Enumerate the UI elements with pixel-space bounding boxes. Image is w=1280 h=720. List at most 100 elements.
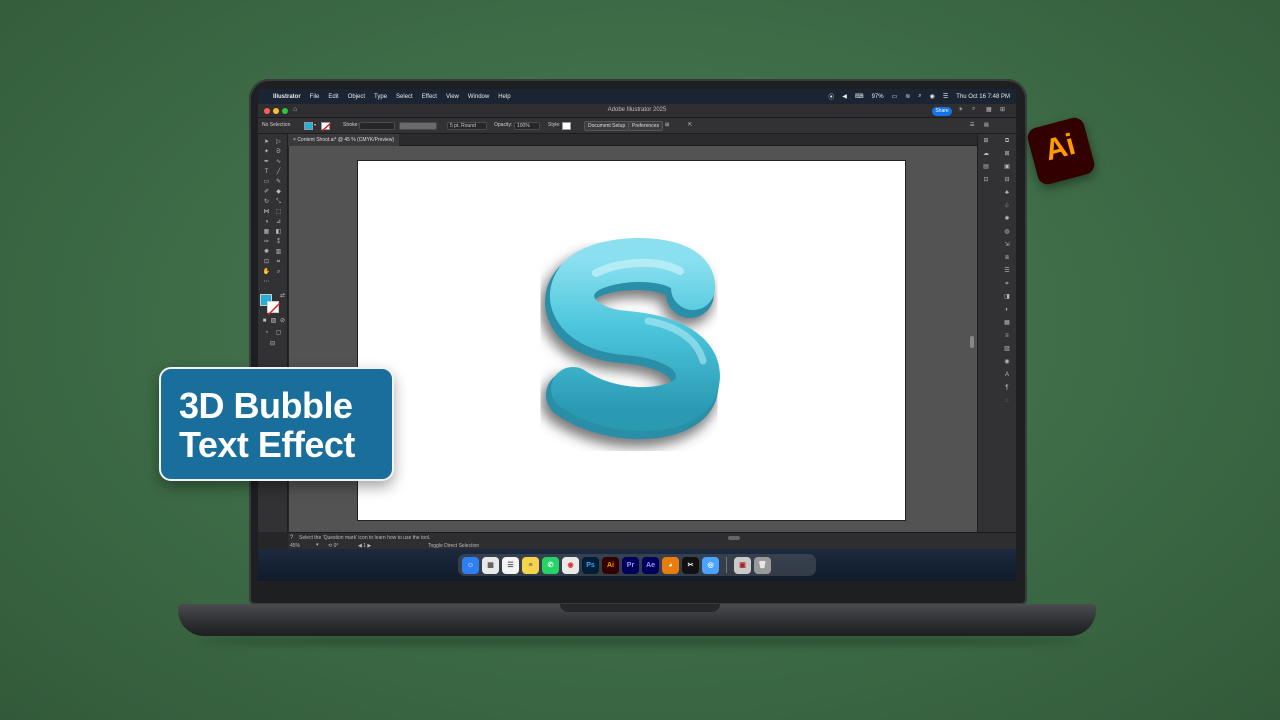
appearance-icon[interactable]: ✺	[1002, 214, 1012, 224]
screen-mode-icon[interactable]: ▢	[274, 329, 283, 337]
panel-icon[interactable]: ▤	[984, 122, 989, 128]
menu-app-name[interactable]: Illustrator	[273, 94, 301, 100]
fill-swatch[interactable]	[304, 122, 313, 130]
stroke-weight-field[interactable]	[359, 122, 395, 130]
assets-icon[interactable]: ⊟	[1002, 175, 1012, 185]
symbols-icon[interactable]: ♣	[1002, 188, 1012, 198]
club-icon[interactable]: ♧	[1002, 201, 1012, 211]
variable-width-profile[interactable]	[399, 122, 437, 130]
blend-tool-icon[interactable]: ⁑	[274, 238, 283, 246]
illustrator-icon[interactable]: Ai	[602, 556, 619, 574]
mesh-tool-icon[interactable]: ▦	[262, 228, 271, 236]
reminders-icon[interactable]: ☰	[502, 556, 519, 574]
zoom-chevron-icon[interactable]: ▾	[316, 542, 319, 548]
search-icon[interactable]: ⌕	[918, 93, 921, 100]
rectangle-tool-icon[interactable]: ▭	[262, 178, 271, 186]
launchpad-icon[interactable]: ▦	[482, 556, 499, 574]
arrange-icon[interactable]: ⊞	[1000, 106, 1005, 113]
graphic-style-swatch[interactable]	[562, 122, 571, 130]
volume-icon[interactable]: ◀︎	[842, 93, 847, 100]
share-button[interactable]: Share	[932, 107, 952, 116]
transform-icon[interactable]: ⌗	[1002, 279, 1012, 289]
artboards-icon[interactable]: ⊡	[981, 175, 991, 185]
libraries-stack-icon[interactable]: ⧉	[1002, 136, 1012, 146]
drawing-mode-icon[interactable]: ◔	[262, 329, 271, 337]
quicktime-icon[interactable]: ◎	[702, 556, 719, 574]
arrange-documents-icon[interactable]: ⊞	[665, 122, 669, 128]
battery-level[interactable]: 97%	[872, 94, 884, 100]
horizontal-scrollbar[interactable]	[728, 536, 740, 540]
menu-object[interactable]: Object	[348, 94, 365, 100]
after-effects-icon[interactable]: Ae	[642, 556, 659, 574]
export-icon[interactable]: ⇱	[688, 122, 692, 128]
search-help-icon[interactable]: ⌕	[972, 106, 975, 113]
type-tool-icon[interactable]: T	[262, 168, 271, 176]
properties-icon[interactable]: ⊞	[981, 136, 991, 146]
paragraph-icon[interactable]: ¶	[1002, 383, 1012, 393]
menu-view[interactable]: View	[446, 94, 459, 100]
none-mode-icon[interactable]: ⊘	[278, 317, 287, 325]
export-panel-icon[interactable]: ⇲	[1002, 240, 1012, 250]
gradient-panel-icon[interactable]: ▨	[1002, 344, 1012, 354]
keyboard-icon[interactable]: ⌨	[855, 93, 864, 100]
close-tab-icon[interactable]: ×	[293, 137, 296, 143]
menu-type[interactable]: Type	[374, 94, 387, 100]
preferences-button[interactable]: Preferences	[628, 121, 663, 131]
menu-edit[interactable]: Edit	[328, 94, 338, 100]
pen-tool-icon[interactable]: ✒	[262, 158, 271, 166]
image-trace-icon[interactable]: ⊠	[1002, 149, 1012, 159]
user-icon[interactable]: ◉	[930, 93, 935, 100]
discover-icon[interactable]: ☀	[958, 106, 963, 113]
capcut-icon[interactable]: ✂	[682, 556, 699, 574]
eyedropper-icon[interactable]: ✑	[262, 238, 271, 246]
document-tab[interactable]: × Content Shoot.ai* @ 45 % (CMYK/Preview…	[288, 134, 400, 146]
line-tool-icon[interactable]: ╱	[274, 168, 283, 176]
color-mode-icon[interactable]: ■	[260, 317, 269, 325]
gradient-tool-icon[interactable]: ◧	[274, 228, 283, 236]
menu-icon[interactable]: ☰	[970, 122, 974, 128]
document-info-icon[interactable]: ▣	[1002, 162, 1012, 172]
swap-fill-stroke-icon[interactable]: ⇄	[278, 292, 287, 300]
transparency-icon[interactable]: ◉	[1002, 357, 1012, 367]
selection-tool-icon[interactable]: ➤	[262, 138, 271, 146]
workspace-icon[interactable]: ▦	[986, 106, 992, 113]
paintbrush-icon[interactable]: ✎	[274, 178, 283, 186]
more-tools-icon[interactable]: ⋯	[262, 278, 271, 286]
libraries-icon[interactable]: ☁	[981, 149, 991, 159]
notes-icon[interactable]: ≡	[522, 556, 539, 574]
zoom-tool-icon[interactable]: ⌕	[274, 268, 283, 276]
stroke-swatch[interactable]	[321, 122, 332, 132]
shape-builder-icon[interactable]: ◑	[262, 218, 271, 226]
artboard[interactable]	[357, 160, 906, 521]
opacity-field[interactable]: 100%	[514, 122, 540, 130]
width-tool-icon[interactable]: ⋈	[262, 208, 271, 216]
lasso-icon[interactable]: ᘐ	[274, 148, 283, 156]
graphic-styles-icon[interactable]: ◍	[1002, 227, 1012, 237]
pathfinder-icon[interactable]: ◨	[1002, 292, 1012, 302]
symbol-sprayer-icon[interactable]: ✺	[262, 248, 271, 256]
clock[interactable]: Thu Oct 16 7:48 PM	[956, 94, 1010, 100]
align-icon[interactable]: ☰	[1002, 266, 1012, 276]
character-icon[interactable]: A	[1002, 370, 1012, 380]
shaper-tool-icon[interactable]: ✐	[262, 188, 271, 196]
menu-window[interactable]: Window	[468, 94, 489, 100]
vertical-scrollbar[interactable]	[970, 336, 974, 348]
menu-file[interactable]: File	[310, 94, 320, 100]
hand-tool-icon[interactable]: ✋	[262, 268, 271, 276]
chrome-icon[interactable]: ◉	[562, 556, 579, 574]
photoshop-icon[interactable]: Ps	[582, 556, 599, 574]
eraser-icon[interactable]: ◆	[274, 188, 283, 196]
artboard-tool-icon[interactable]: ⊡	[262, 258, 271, 266]
opentype-icon[interactable]: ◌	[1002, 396, 1012, 406]
direct-selection-tool-icon[interactable]: ▷	[274, 138, 283, 146]
premiere-pro-icon[interactable]: Pr	[622, 556, 639, 574]
whatsapp-icon[interactable]: ✆	[542, 556, 559, 574]
stroke-panel-icon[interactable]: ≡	[1002, 331, 1012, 341]
document-setup-button[interactable]: Document Setup	[584, 121, 630, 131]
free-transform-icon[interactable]: ⬚	[274, 208, 283, 216]
blender-icon[interactable]: ◕	[662, 556, 679, 574]
menu-help[interactable]: Help	[498, 94, 510, 100]
scale-tool-icon[interactable]: ⤡	[274, 198, 283, 206]
magic-wand-icon[interactable]: ✦	[262, 148, 271, 156]
stroke-color-box[interactable]	[267, 301, 281, 316]
